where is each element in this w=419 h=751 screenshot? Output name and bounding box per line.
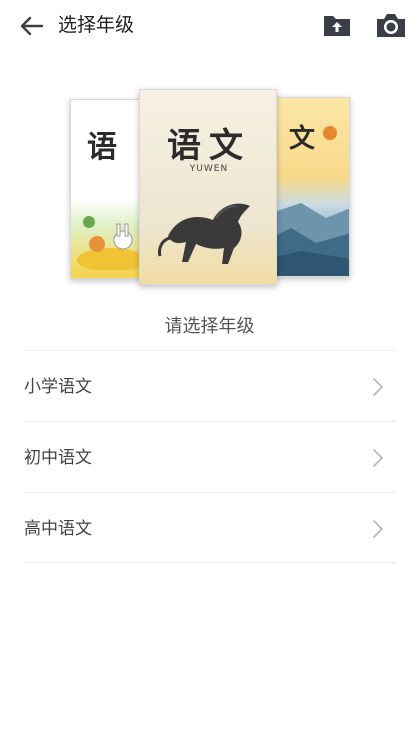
chevron-right-icon — [373, 378, 384, 396]
textbook-covers: 语 文 语文 YUWEN — [0, 85, 419, 290]
folder-upload-icon — [324, 16, 350, 36]
back-button[interactable] — [18, 12, 48, 40]
top-bar: 选择年级 — [0, 0, 419, 52]
list-item-label: 初中语文 — [24, 448, 92, 468]
primary-textbook-cover: 语 — [70, 99, 150, 279]
center-cover-title: 语文 — [167, 126, 251, 166]
left-cover-title: 语 — [87, 130, 117, 165]
list-item-primary-chinese[interactable]: 小学语文 — [24, 350, 396, 421]
cartoon-illustration — [77, 216, 145, 270]
page-title: 选择年级 — [58, 14, 135, 36]
grade-list: 小学语文 初中语文 高中语文 — [24, 350, 396, 563]
chevron-right-icon — [373, 520, 384, 538]
list-item-label: 小学语文 — [24, 377, 92, 397]
list-item-junior-chinese[interactable]: 初中语文 — [24, 421, 396, 492]
camera-button[interactable] — [375, 11, 407, 39]
select-grade-prompt: 请选择年级 — [164, 316, 255, 337]
landscape-illustration — [271, 203, 349, 276]
chevron-right-icon — [373, 449, 384, 467]
center-cover-pinyin: YUWEN — [189, 164, 229, 174]
volume-badge — [323, 126, 337, 140]
arrow-left-icon — [20, 16, 44, 36]
upload-folder-button[interactable] — [322, 11, 352, 39]
camera-icon — [377, 14, 405, 37]
right-cover-title: 文 — [289, 124, 316, 154]
senior-textbook-cover: 文 — [270, 97, 350, 277]
junior-textbook-cover: 语文 YUWEN — [139, 89, 277, 285]
list-item-label: 高中语文 — [24, 519, 92, 539]
list-item-senior-chinese[interactable]: 高中语文 — [24, 492, 396, 563]
horse-illustration — [158, 203, 250, 264]
